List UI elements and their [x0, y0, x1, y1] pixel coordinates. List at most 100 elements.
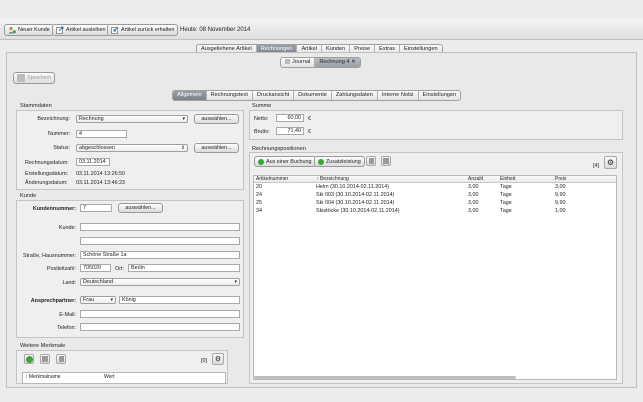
add-merkmal-button[interactable] — [24, 354, 34, 364]
status-choose-button[interactable]: auswählen... — [194, 143, 239, 153]
land-label: Land: — [62, 280, 77, 286]
positionen-settings-button[interactable]: ⚙ — [604, 156, 617, 169]
tab-journal[interactable]: Journal — [281, 58, 316, 67]
tab-druckansicht[interactable]: Druckansicht — [253, 91, 295, 100]
kunde-input[interactable] — [80, 223, 240, 231]
nummer-input[interactable]: 4 — [76, 130, 127, 138]
stammdaten-title: Stammdaten — [20, 103, 52, 109]
col-preis[interactable]: Preis — [555, 176, 566, 182]
cell-einheit: Tage — [500, 184, 512, 190]
cell-bezeichnung: Skistöcke (30.10.2014-02.11.2014) — [316, 208, 400, 214]
today-date: Heute: 08 November 2014 — [180, 27, 251, 33]
delete-merkmal-button[interactable] — [56, 354, 66, 364]
kundennummer-input[interactable]: 7 — [80, 204, 112, 212]
bezeichnung-value: Rechnung — [79, 116, 104, 122]
delete-position-button[interactable] — [366, 156, 376, 166]
bezeichnung-label: Bezeichnung: — [37, 116, 70, 122]
save-button[interactable]: Speichern — [13, 72, 56, 84]
netto-label: Netto: — [254, 116, 269, 122]
cell-bezeichnung: Helm (30.10.2014-02.11.2014) — [316, 184, 390, 190]
kunde-input-2[interactable] — [80, 237, 240, 245]
close-icon[interactable]: ✕ — [351, 59, 356, 65]
weitere-count: [0] — [201, 358, 207, 364]
return-article-label: Artikel zurück erhalten — [121, 27, 175, 33]
tab-journal-label: Journal — [292, 59, 311, 65]
weitere-title: Weitere Merkmale — [20, 343, 66, 349]
tab-zahlungsdaten[interactable]: Zahlungsdaten — [332, 91, 378, 100]
cell-preis: 1,00 — [555, 208, 566, 214]
tab-interne-notiz[interactable]: Interne Notiz — [378, 91, 419, 100]
anrede-select[interactable]: Frau ▾ — [80, 296, 116, 304]
brutto-input[interactable]: 71,40 — [276, 127, 304, 135]
positionen-count: [4] — [593, 163, 599, 169]
cell-einheit: Tage — [500, 200, 512, 206]
horizontal-scrollbar[interactable] — [254, 376, 516, 379]
bezeichnung-choose-button[interactable]: auswählen... — [194, 114, 239, 124]
erstellung-value: 03.11.2014 13:26:50 — [76, 171, 126, 177]
weitere-settings-button[interactable]: ⚙ — [212, 353, 224, 365]
chevron-down-icon: ▾ — [110, 297, 113, 303]
land-select[interactable]: Deutschland ▾ — [80, 278, 240, 286]
chevron-updown-icon: ⇕ — [180, 145, 185, 151]
land-value: Deutschland — [83, 279, 113, 285]
journal-icon — [285, 59, 290, 65]
tab-allgemein[interactable]: Allgemein — [173, 91, 207, 100]
telefon-input[interactable] — [80, 323, 240, 331]
document-tabs: Journal Rechnung 4 ✕ — [280, 57, 361, 68]
cell-preis: 9,90 — [555, 192, 566, 198]
gear-icon: ⚙ — [214, 356, 222, 363]
brutto-currency: € — [308, 129, 311, 135]
edit-merkmal-button[interactable] — [40, 354, 50, 364]
status-label: Status: — [53, 145, 70, 151]
cell-artikelnummer: 34 — [256, 208, 262, 214]
cell-anzahl: 3,00 — [468, 184, 479, 190]
return-article-button[interactable]: Artikel zurück erhalten — [107, 24, 179, 36]
save-icon — [17, 74, 25, 82]
tab-rechnung-4-label: Rechnung 4 — [319, 59, 350, 65]
ansprech-input[interactable]: König — [119, 296, 240, 304]
merkmal-col-name[interactable]: ↑ Merkmalname — [25, 374, 61, 380]
col-bezeichnung[interactable]: ↑ Bezeichnung — [316, 176, 349, 182]
lend-article-button[interactable]: Artikel ausleihen — [52, 24, 110, 36]
tab-rechnung-4[interactable]: Rechnung 4 ✕ — [315, 58, 360, 67]
edit-icon — [42, 356, 48, 362]
email-input[interactable] — [80, 310, 240, 318]
merkmal-col-wert[interactable]: Wert — [104, 374, 114, 380]
chevron-down-icon: ▾ — [182, 116, 185, 122]
rechnungsdatum-input[interactable]: 03.11.2014 — [76, 158, 110, 166]
tab-dokumente[interactable]: Dokumente — [294, 91, 332, 100]
status-choose-label: auswählen... — [201, 145, 232, 151]
kunde-choose-label: auswählen... — [125, 205, 156, 211]
kundennummer-label: Kundennummer: — [32, 206, 76, 212]
from-booking-button[interactable]: Aus einer Buchung — [254, 156, 316, 167]
edit-icon — [383, 158, 389, 164]
tab-sub-einstellungen[interactable]: Einstellungen — [419, 91, 461, 100]
strasse-input[interactable]: Schöne Straße 1a — [80, 251, 240, 259]
extra-service-button[interactable]: Zusatzleistung — [314, 156, 365, 167]
extra-service-label: Zusatzleistung — [326, 158, 361, 165]
col-einheit[interactable]: Einheit — [500, 176, 515, 182]
new-customer-button[interactable]: Neuer Kunde — [4, 24, 54, 36]
aenderung-value: 03.11.2014 13:46:23 — [76, 180, 126, 186]
anrede-value: Frau — [83, 297, 95, 303]
kunde-title: Kunde — [20, 193, 37, 199]
cell-bezeichnung: Ski 004 (30.10.2014-02.11.2014) — [316, 200, 395, 206]
from-booking-label: Aus einer Buchung — [266, 158, 312, 165]
brutto-label: Brutto: — [254, 129, 270, 135]
cell-bezeichnung: Ski 003 (30.10.2014-02.11.2014) — [316, 192, 395, 198]
netto-input[interactable]: 60,00 — [276, 114, 304, 122]
sub-tabs: Allgemein Rechnungstext Druckansicht Dok… — [172, 90, 462, 101]
export-icon — [56, 26, 64, 34]
kunde-choose-button[interactable]: auswählen... — [118, 203, 163, 213]
ort-input[interactable]: Berlin — [128, 264, 240, 272]
edit-position-button[interactable] — [381, 156, 391, 166]
strasse-label: Straße, Hausnummer: — [22, 253, 76, 259]
status-value: abgeschlossen — [79, 145, 115, 151]
status-select[interactable]: abgeschlossen ⇕ — [76, 144, 188, 152]
col-artikelnummer[interactable]: Artikelnummer — [256, 176, 288, 182]
col-anzahl[interactable]: Anzahl — [468, 176, 483, 182]
plz-input[interactable]: 705020 — [80, 264, 111, 272]
tab-rechnungstext[interactable]: Rechnungstext — [207, 91, 253, 100]
bezeichnung-select[interactable]: Rechnung ▾ — [76, 115, 188, 123]
ort-label: Ort: — [115, 266, 124, 272]
